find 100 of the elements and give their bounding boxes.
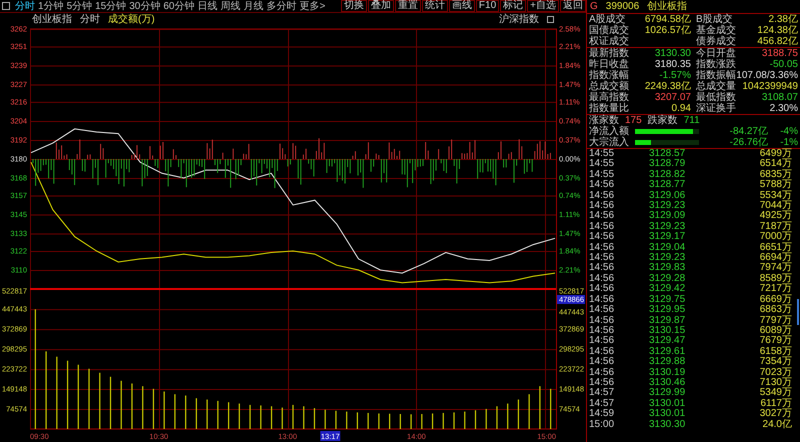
tick-volume: 7974万 xyxy=(760,263,792,274)
toolbar-button[interactable]: 重置 xyxy=(394,0,421,12)
tick-time: 14:56 xyxy=(589,222,616,232)
toolbar-button[interactable]: 切换 xyxy=(340,0,367,12)
tick-time: 14:56 xyxy=(589,378,616,388)
toolbar-button[interactable]: 返回 xyxy=(560,0,586,12)
tick-time: 14:56 xyxy=(589,305,616,316)
stat-value: 3108.07 xyxy=(762,92,798,103)
tick-time: 14:56 xyxy=(589,336,616,347)
tick-volume: 7679万 xyxy=(760,336,792,346)
tick-price: 3129.09 xyxy=(649,211,686,222)
tick-time: 14:55 xyxy=(589,159,616,170)
tick-time: 14:59 xyxy=(589,409,616,420)
tick-volume: 7187万 xyxy=(760,222,792,232)
advancers-label: 涨家数 xyxy=(589,115,619,126)
tick-volume: 7797万 xyxy=(760,316,792,326)
stat-label: 总成交额 xyxy=(589,81,629,92)
period-tab[interactable]: 1分钟 xyxy=(38,0,64,12)
tick-price: 3129.75 xyxy=(649,294,686,305)
overlay-label: 沪深指数 xyxy=(499,14,539,24)
tick-time: 14:56 xyxy=(589,190,616,201)
period-tab[interactable]: 15分钟 xyxy=(95,0,126,12)
window-icon[interactable] xyxy=(2,2,10,10)
tick-price: 3129.06 xyxy=(649,190,686,201)
tick-volume: 5534万 xyxy=(760,190,792,201)
stat-label: A股成交 xyxy=(589,14,626,25)
flow-percent: -1% xyxy=(779,137,798,148)
stat-value: 2.38亿 xyxy=(768,14,798,25)
tick-time: 14:56 xyxy=(589,274,616,284)
period-tab[interactable]: 日线 xyxy=(198,0,218,12)
tick-price: 3130.01 xyxy=(649,409,686,420)
tick-price: 3130.19 xyxy=(649,368,686,378)
tick-price: 3130.30 xyxy=(649,420,686,430)
tick-time: 14:56 xyxy=(589,211,616,222)
index-code: 399006 xyxy=(606,1,640,12)
tick-time: 14:56 xyxy=(589,284,616,295)
tick-price: 3129.42 xyxy=(649,284,686,295)
stat-label: 最低指数 xyxy=(696,92,736,103)
tick-price: 3129.61 xyxy=(649,346,686,357)
tick-price: 3129.95 xyxy=(649,305,686,316)
period-tab[interactable]: 更多> xyxy=(300,0,326,12)
period-tab[interactable]: 月线 xyxy=(244,0,264,12)
stat-value: 2249.38亿 xyxy=(644,81,691,92)
tick-time: 14:56 xyxy=(589,242,616,253)
tick-time: 14:57 xyxy=(589,398,616,409)
tick-price: 3130.15 xyxy=(649,326,686,336)
tick-volume: 6117万 xyxy=(760,398,792,409)
stat-value: 124.38亿 xyxy=(757,25,798,36)
tick-volume: 6669万 xyxy=(760,294,792,305)
stat-label: 深证换手 xyxy=(696,103,736,114)
tick-volume: 6835万 xyxy=(760,170,792,180)
tick-price: 3129.83 xyxy=(649,263,686,274)
stat-label: 债券成交 xyxy=(696,36,736,47)
period-tab[interactable]: 60分钟 xyxy=(163,0,194,12)
tick-volume: 7354万 xyxy=(760,357,792,368)
overlay-checkbox[interactable] xyxy=(547,16,554,22)
index-name: 创业板指 xyxy=(32,14,72,24)
tick-volume: 8589万 xyxy=(760,274,792,284)
stat-value: -50.05 xyxy=(770,59,798,70)
stat-label: B股成交 xyxy=(696,14,733,25)
stat-label: 基金成交 xyxy=(696,25,736,36)
tick-time: 14:56 xyxy=(589,263,616,274)
period-tab[interactable]: 分时 xyxy=(15,0,35,12)
chart-mode-label: 分时 xyxy=(80,14,100,24)
tick-price: 3130.01 xyxy=(649,398,686,409)
decliners-count: 711 xyxy=(684,115,700,126)
tick-time: 14:56 xyxy=(589,346,616,357)
stat-value: 3188.75 xyxy=(762,48,798,59)
tick-volume: 6651万 xyxy=(760,242,792,253)
period-tab[interactable]: 多分时 xyxy=(266,0,296,12)
stat-value: 1026.57亿 xyxy=(644,25,691,36)
toolbar-button[interactable]: 画线 xyxy=(448,0,475,12)
tick-price: 3128.57 xyxy=(649,149,686,159)
stat-label: 最新指数 xyxy=(589,48,629,59)
tick-volume: 3027万 xyxy=(760,409,792,420)
period-tab[interactable]: 5分钟 xyxy=(66,0,92,12)
stat-label: 昨日收盘 xyxy=(589,59,629,70)
tick-time: 14:56 xyxy=(589,357,616,368)
stat-label: 权证成交 xyxy=(589,36,629,47)
scrollbar-thumb[interactable] xyxy=(797,299,799,325)
toolbar-button[interactable]: 标记 xyxy=(500,0,526,12)
tick-price: 3129.23 xyxy=(649,222,686,232)
tick-volume: 4925万 xyxy=(760,211,792,222)
stat-label: 总成交量 xyxy=(696,81,736,92)
tick-volume: 24.0亿 xyxy=(762,420,792,430)
decliners-label: 跌家数 xyxy=(648,115,678,126)
tick-price: 3129.88 xyxy=(649,357,686,368)
toolbar-button[interactable]: F10 xyxy=(476,0,500,12)
toolbar-button[interactable]: +自选 xyxy=(527,0,559,12)
tick-price: 3130.46 xyxy=(649,378,686,388)
stat-value: 6794.58亿 xyxy=(644,14,691,25)
tick-time: 14:56 xyxy=(589,368,616,378)
toolbar-button[interactable]: 叠加 xyxy=(368,0,394,12)
period-tab[interactable]: 30分钟 xyxy=(129,0,160,12)
tick-time: 14:55 xyxy=(589,170,616,180)
period-tab[interactable]: 周线 xyxy=(220,0,240,12)
stat-label: 今日开盘 xyxy=(696,48,736,59)
tick-price: 3129.23 xyxy=(649,253,686,264)
tick-volume: 6158万 xyxy=(760,346,792,357)
tick-time: 14:56 xyxy=(589,232,616,243)
